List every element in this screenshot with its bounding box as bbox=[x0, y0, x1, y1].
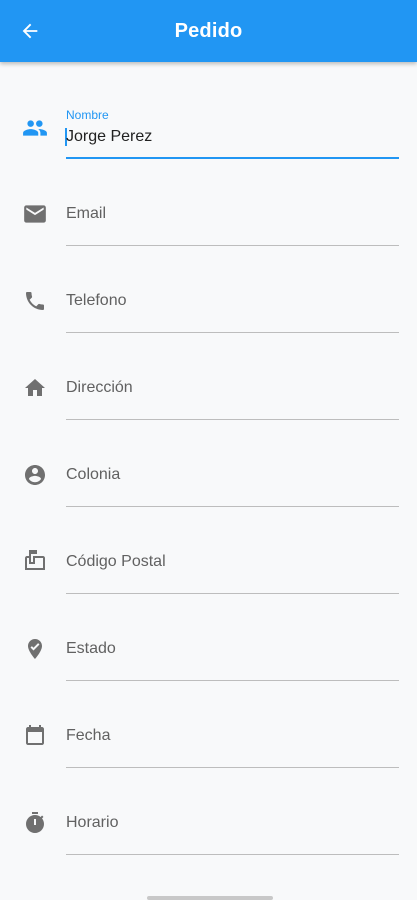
email-underline bbox=[66, 245, 399, 246]
home-indicator bbox=[147, 896, 273, 900]
codigo-postal-underline bbox=[66, 593, 399, 594]
horario-label: Horario bbox=[66, 814, 119, 831]
colonia-field[interactable]: Colonia bbox=[0, 446, 417, 533]
email-label: Email bbox=[66, 205, 107, 222]
colonia-label: Colonia bbox=[66, 466, 121, 483]
email-field[interactable]: Email bbox=[0, 185, 417, 272]
page-title: Pedido bbox=[174, 19, 243, 42]
fecha-underline bbox=[66, 767, 399, 768]
direccion-underline bbox=[66, 419, 399, 420]
horario-field[interactable]: Horario bbox=[0, 794, 417, 881]
account-circle-icon bbox=[22, 462, 48, 488]
estado-field[interactable]: Estado bbox=[0, 620, 417, 707]
nombre-value[interactable]: Jorge Perez bbox=[66, 128, 152, 146]
telefono-underline bbox=[66, 332, 399, 333]
phone-icon bbox=[22, 288, 48, 314]
email-icon bbox=[22, 201, 48, 227]
direccion-field[interactable]: Dirección bbox=[0, 359, 417, 446]
people-icon bbox=[22, 115, 48, 141]
fecha-field[interactable]: Fecha bbox=[0, 707, 417, 794]
nombre-floating-label: Nombre bbox=[66, 108, 109, 122]
nombre-field[interactable]: Nombre Jorge Perez bbox=[0, 98, 417, 185]
fecha-label: Fecha bbox=[66, 727, 111, 744]
home-icon bbox=[22, 375, 48, 401]
estado-underline bbox=[66, 680, 399, 681]
codigo-postal-label: Código Postal bbox=[66, 553, 166, 570]
telefono-label: Telefono bbox=[66, 292, 127, 309]
timer-icon bbox=[22, 810, 48, 836]
horario-underline bbox=[66, 854, 399, 855]
estado-label: Estado bbox=[66, 640, 116, 657]
colonia-underline bbox=[66, 506, 399, 507]
calendar-icon bbox=[22, 723, 48, 749]
location-pin-icon bbox=[22, 636, 48, 662]
telefono-field[interactable]: Telefono bbox=[0, 272, 417, 359]
back-button[interactable] bbox=[14, 15, 46, 47]
nombre-underline bbox=[66, 157, 399, 159]
arrow-back-icon bbox=[22, 23, 38, 39]
app-bar: Pedido bbox=[0, 0, 417, 62]
direccion-label: Dirección bbox=[66, 379, 133, 396]
codigo-postal-field[interactable]: Código Postal bbox=[0, 533, 417, 620]
mailbox-icon bbox=[22, 549, 48, 575]
